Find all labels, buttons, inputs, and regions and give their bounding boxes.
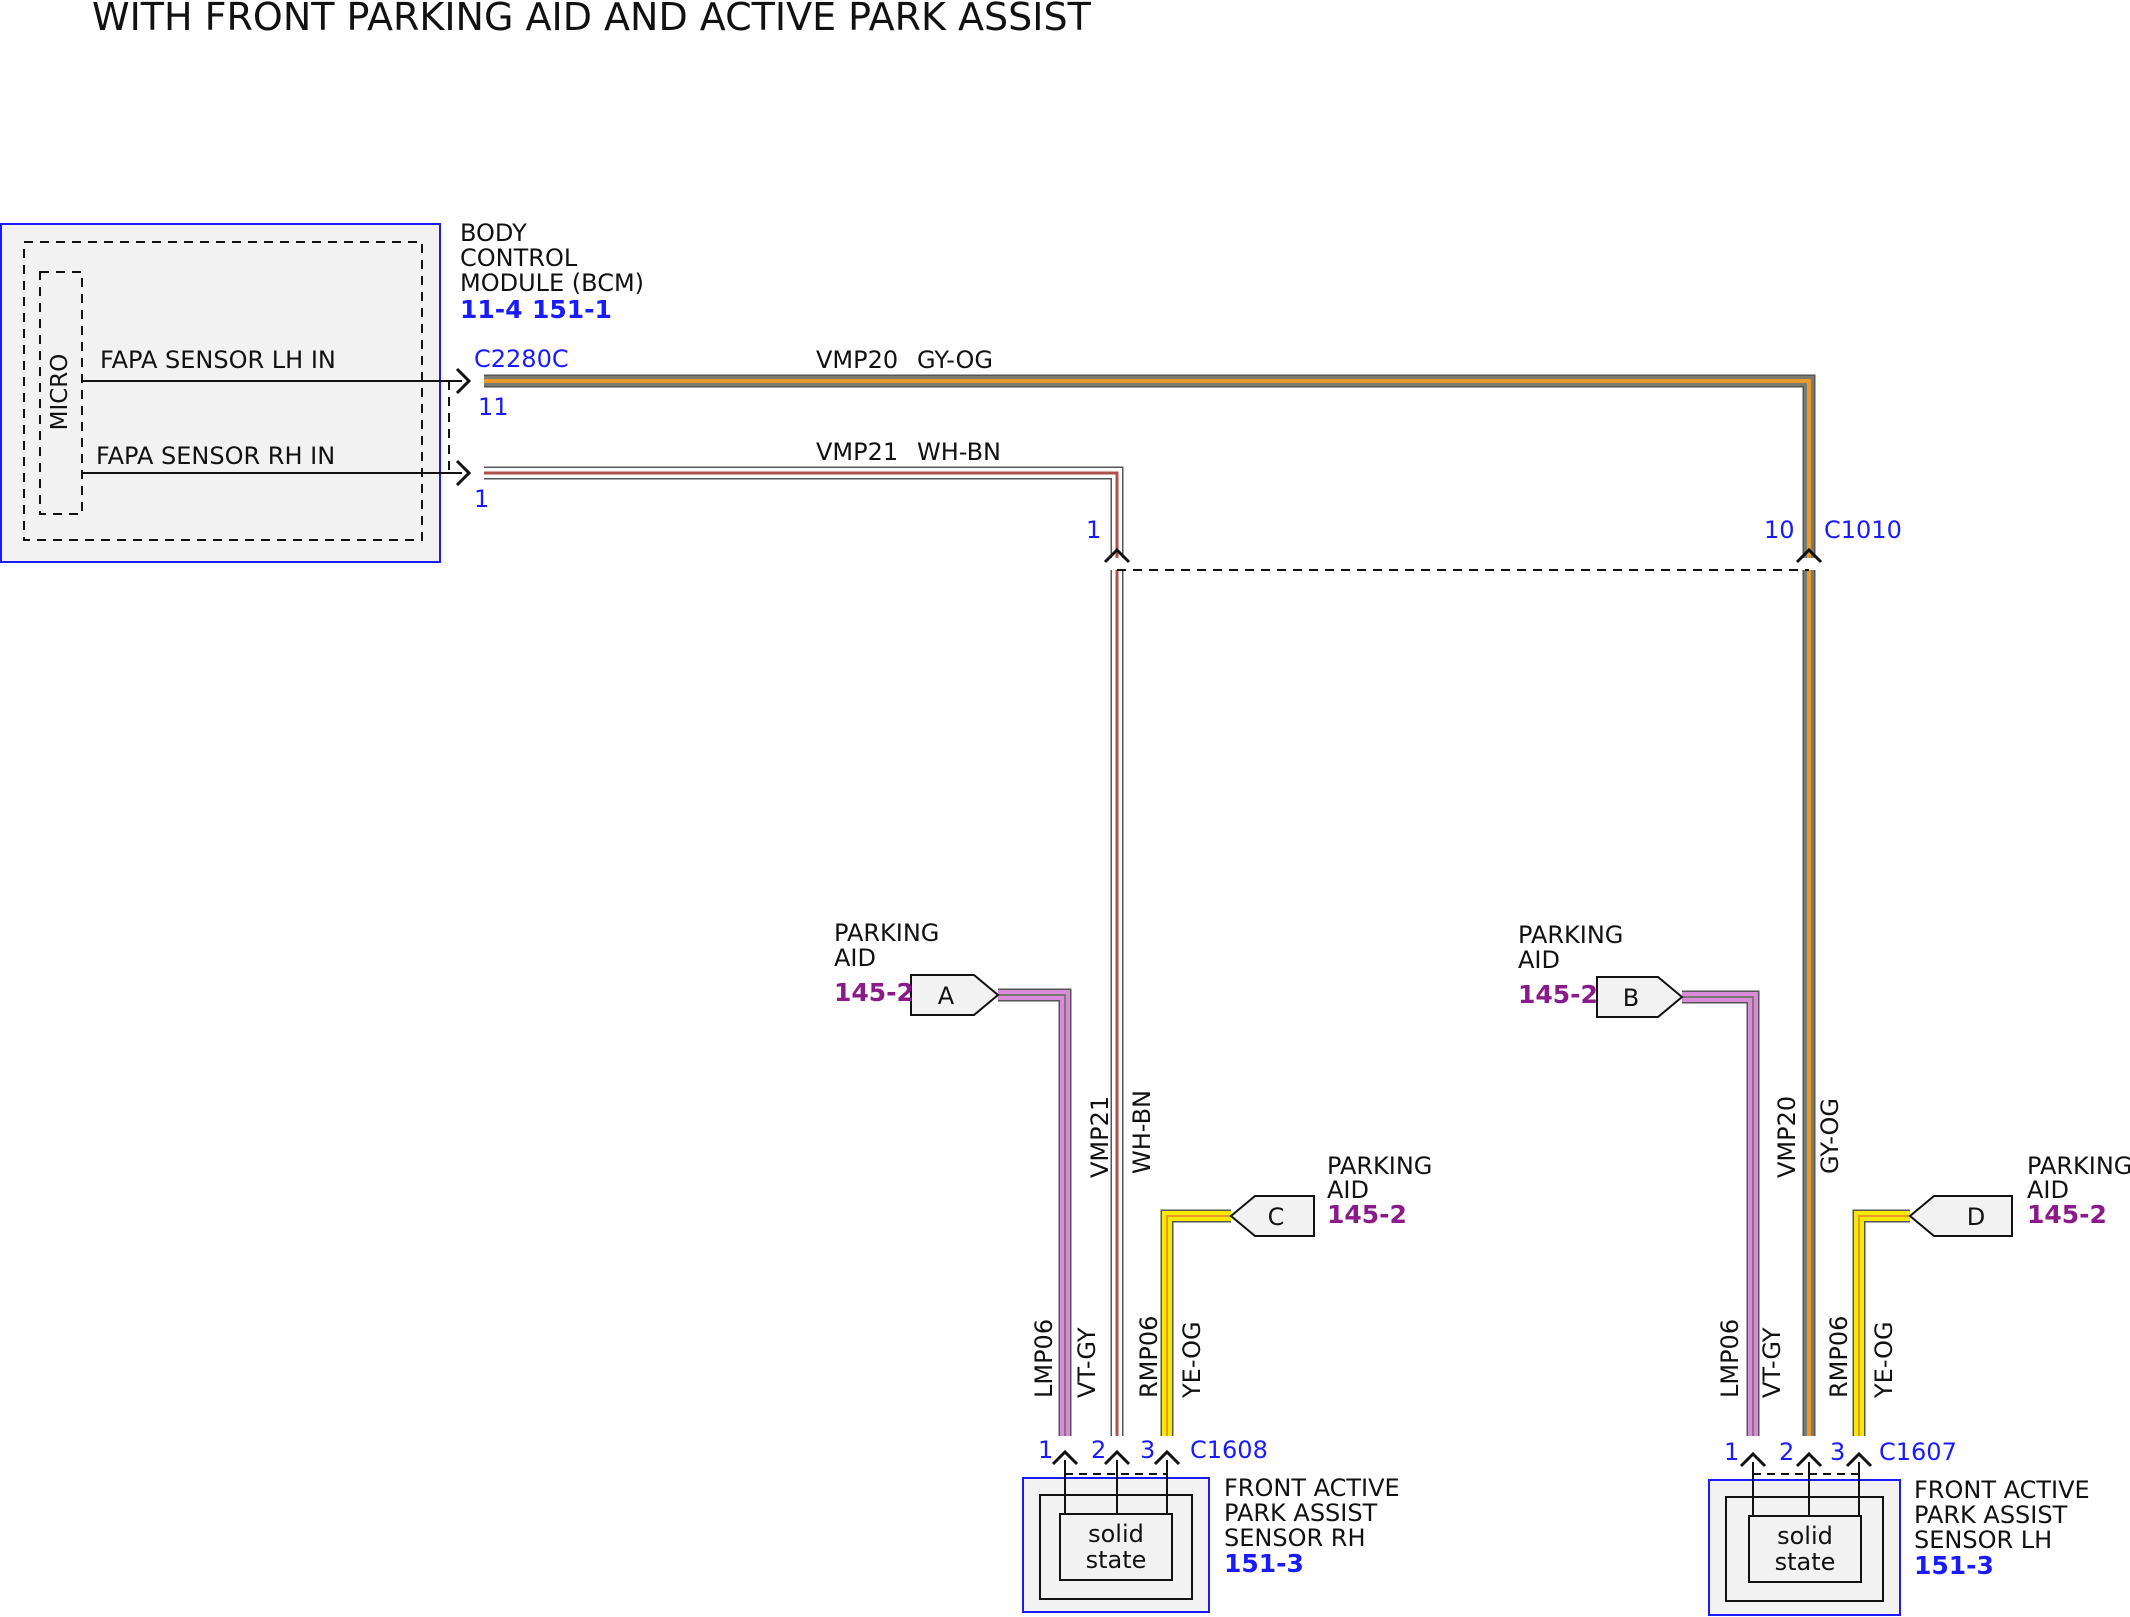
- ref-a-connector-shape: [910, 974, 1000, 1016]
- lmp06-rh-color-label: VT-GY: [1073, 1327, 1101, 1398]
- parking-aid-ref-c[interactable]: C PARKING AID 145-2: [1229, 1152, 1432, 1237]
- bcm-name-line2: CONTROL: [460, 244, 578, 272]
- wiring-diagram: WITH FRONT PARKING AID AND ACTIVE PARK A…: [0, 0, 2130, 1616]
- c1607-pin-2: 2: [1779, 1438, 1794, 1466]
- ref-a-line1: PARKING: [834, 919, 939, 947]
- fapa-sensor-rh-in-label: FAPA SENSOR RH IN: [96, 442, 335, 470]
- c2280c-pin-11: 11: [478, 393, 509, 421]
- fapa-sensor-lh-in-label: FAPA SENSOR LH IN: [100, 346, 336, 374]
- c1608-pin-3: 3: [1140, 1436, 1155, 1464]
- ref-d-id: D: [1967, 1203, 1985, 1231]
- wire-vmp21[interactable]: VMP21 WH-BN VMP21 WH-BN: [484, 438, 1156, 1436]
- parking-aid-ref-a[interactable]: A PARKING AID 145-2: [834, 919, 1000, 1016]
- connector-c2280c[interactable]: C2280C 11 1: [448, 345, 569, 513]
- ref-b-line1: PARKING: [1518, 921, 1623, 949]
- vmp20-circuit-label: VMP20: [816, 346, 898, 374]
- c1607-pin-1: 1: [1724, 1438, 1739, 1466]
- micro-label: MICRO: [47, 354, 73, 431]
- ref-a-page[interactable]: 145-2: [834, 978, 914, 1007]
- ref-d-page[interactable]: 145-2: [2027, 1200, 2107, 1229]
- sensor-rh-name-line1: FRONT ACTIVE: [1224, 1474, 1400, 1502]
- sensor-lh-name-line3: SENSOR LH: [1914, 1526, 2052, 1554]
- sensor-lh-module[interactable]: solid state FRONT ACTIVE PARK ASSIST SEN…: [1708, 1462, 2090, 1616]
- vmp20-color-label: GY-OG: [917, 346, 993, 374]
- c1607-label: C1607: [1879, 1438, 1957, 1466]
- ref-b-line2: AID: [1518, 946, 1560, 974]
- c1010-pin-10: 10: [1764, 516, 1795, 544]
- c1010-label: C1010: [1824, 516, 1902, 544]
- connector-c1608[interactable]: 1 2 3 C1608: [1038, 1436, 1268, 1475]
- sensor-rh-solid-state-line1: solid: [1088, 1520, 1144, 1548]
- vmp20-vertical-color-label: GY-OG: [1816, 1098, 1844, 1174]
- lmp06-lh-circuit-label: LMP06: [1716, 1319, 1744, 1398]
- sensor-rh-name-line2: PARK ASSIST: [1224, 1499, 1378, 1527]
- c2280c-pin-1: 1: [474, 485, 489, 513]
- c2280c-label: C2280C: [474, 345, 569, 373]
- c1607-pin-3: 3: [1830, 1438, 1845, 1466]
- vmp21-vertical-circuit-label: VMP21: [1086, 1096, 1114, 1178]
- rmp06-lh-color-label: YE-OG: [1870, 1321, 1898, 1399]
- sensor-lh-ref[interactable]: 151-3: [1914, 1551, 1994, 1580]
- ref-a-line2: AID: [834, 944, 876, 972]
- bcm-module[interactable]: MICRO FAPA SENSOR LH IN FAPA SENSOR RH I…: [0, 219, 644, 563]
- sensor-lh-name-line2: PARK ASSIST: [1914, 1501, 2068, 1529]
- sensor-rh-ref[interactable]: 151-3: [1224, 1549, 1304, 1578]
- c1010-pin-1: 1: [1086, 516, 1101, 544]
- bcm-name-line1: BODY: [460, 219, 527, 247]
- vmp21-vertical-color-label: WH-BN: [1128, 1090, 1156, 1174]
- sensor-rh-module[interactable]: solid state FRONT ACTIVE PARK ASSIST SEN…: [1022, 1460, 1400, 1613]
- connector-c1607[interactable]: 1 2 3 C1607: [1724, 1438, 1957, 1475]
- diagram-title: WITH FRONT PARKING AID AND ACTIVE PARK A…: [92, 0, 1092, 39]
- bcm-name-line3: MODULE (BCM): [460, 269, 644, 297]
- vmp20-vertical-circuit-label: VMP20: [1773, 1096, 1801, 1178]
- wire-lmp06-lh[interactable]: LMP06 VT-GY: [1682, 990, 1786, 1436]
- ref-c-page[interactable]: 145-2: [1327, 1200, 1407, 1229]
- parking-aid-ref-d[interactable]: D PARKING AID 145-2: [1908, 1152, 2130, 1237]
- rmp06-lh-circuit-label: RMP06: [1825, 1316, 1853, 1398]
- sensor-rh-solid-state-line2: state: [1086, 1546, 1147, 1574]
- wire-rmp06-lh[interactable]: RMP06 YE-OG: [1825, 1209, 1910, 1436]
- ref-a-id: A: [938, 982, 955, 1010]
- c1608-pin-1: 1: [1038, 1436, 1053, 1464]
- ref-b-page[interactable]: 145-2: [1518, 980, 1598, 1009]
- rmp06-rh-color-label: YE-OG: [1178, 1321, 1206, 1399]
- vmp21-circuit-label: VMP21: [816, 438, 898, 466]
- rmp06-rh-circuit-label: RMP06: [1135, 1316, 1163, 1398]
- sensor-lh-solid-state-line1: solid: [1777, 1522, 1833, 1550]
- parking-aid-ref-b[interactable]: B PARKING AID 145-2: [1518, 921, 1684, 1018]
- lmp06-lh-color-label: VT-GY: [1758, 1327, 1786, 1398]
- ref-c-id: C: [1268, 1203, 1285, 1231]
- bcm-ref-11-4[interactable]: 11-4: [460, 295, 523, 324]
- sensor-lh-solid-state-line2: state: [1775, 1548, 1836, 1576]
- ref-b-id: B: [1623, 984, 1639, 1012]
- sensor-rh-name-line3: SENSOR RH: [1224, 1524, 1366, 1552]
- bcm-ref-151-1[interactable]: 151-1: [532, 295, 612, 324]
- wire-rmp06-rh[interactable]: RMP06 YE-OG: [1135, 1209, 1231, 1436]
- sensor-lh-name-line1: FRONT ACTIVE: [1914, 1476, 2090, 1504]
- connector-c1010[interactable]: 1 10 C1010: [1086, 516, 1902, 571]
- vmp21-color-label: WH-BN: [917, 438, 1001, 466]
- c1608-label: C1608: [1190, 1436, 1268, 1464]
- ref-b-connector-shape: [1596, 976, 1684, 1018]
- c1608-pin-2: 2: [1091, 1436, 1106, 1464]
- lmp06-rh-circuit-label: LMP06: [1030, 1319, 1058, 1398]
- wire-lmp06-rh[interactable]: LMP06 VT-GY: [998, 988, 1101, 1436]
- ref-d-connector-shape: [1908, 1195, 2013, 1237]
